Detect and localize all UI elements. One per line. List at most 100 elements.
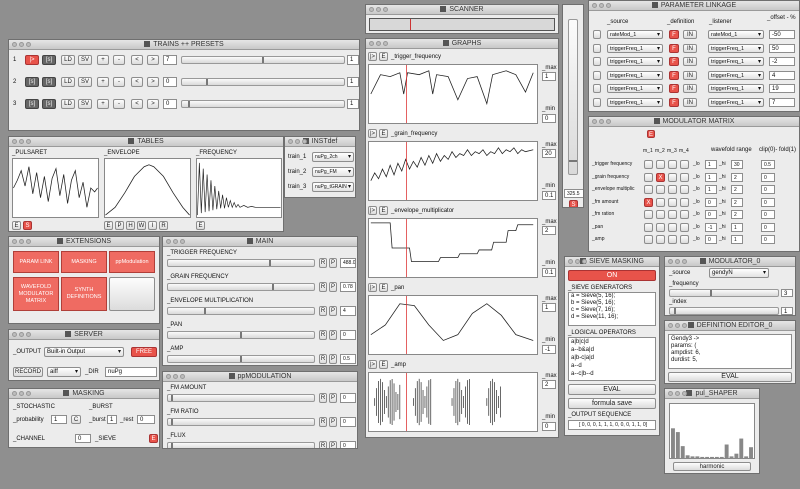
train-next-button[interactable]: > <box>147 99 159 109</box>
link-f-button[interactable]: F <box>669 30 679 39</box>
train-play-button[interactable]: [s] <box>25 77 39 87</box>
train-minus-button[interactable]: - <box>113 55 125 65</box>
train-preset-slider[interactable] <box>181 100 345 108</box>
train-preset-field[interactable]: 0 <box>163 99 177 109</box>
matrix-cell-toggle[interactable] <box>680 222 689 232</box>
graph-min-field[interactable]: -1 <box>542 345 556 354</box>
train-prev-button[interactable]: < <box>131 77 143 87</box>
graph-max-field[interactable]: 1 <box>542 72 556 81</box>
link-toggle[interactable] <box>593 57 601 66</box>
link-listener-select[interactable]: triggerFreq_1 <box>708 43 764 53</box>
matrix-e-button[interactable]: E <box>647 130 655 138</box>
inst-synth-select[interactable]: nuPg_2ch <box>312 152 354 162</box>
ppmod-param-r-button[interactable]: R <box>319 441 327 448</box>
train-load-button[interactable]: LD <box>61 55 75 65</box>
range-hi-field[interactable]: 2 <box>731 172 743 182</box>
graph-play-button[interactable]: |> <box>368 129 377 138</box>
matrix-cell-toggle[interactable] <box>668 197 677 207</box>
matrix-cell-toggle[interactable] <box>668 222 677 232</box>
scanner-vertical-slider[interactable] <box>568 19 578 175</box>
graph-min-field[interactable]: 0.1 <box>542 268 556 277</box>
main-param-p-button[interactable]: P <box>329 330 337 340</box>
matrix-cell-toggle[interactable] <box>668 172 677 182</box>
envelope-button-w[interactable]: W <box>137 221 146 230</box>
ppmod-param-r-button[interactable]: R <box>319 417 327 427</box>
matrix-cell-toggle[interactable] <box>668 185 677 194</box>
graph-edit-button[interactable]: E <box>379 129 388 138</box>
mod-index-value[interactable]: 1 <box>781 307 793 315</box>
range-hi-field[interactable]: 1 <box>731 222 743 232</box>
link-offset-field[interactable]: 50 <box>769 43 795 53</box>
graph-play-button[interactable]: |> <box>368 360 377 369</box>
main-param-slider[interactable] <box>167 355 315 363</box>
matrix-cell-toggle[interactable] <box>644 185 653 194</box>
matrix-cell-toggle[interactable] <box>680 185 689 194</box>
paramlink-titlebar[interactable]: PARAMETER LINKAGE <box>589 1 799 11</box>
scanner-titlebar[interactable]: SCANNER <box>366 5 558 15</box>
link-offset-field[interactable]: -2 <box>769 57 795 66</box>
free-button[interactable]: FREE <box>131 347 157 357</box>
modulator-titlebar[interactable]: MODULATOR_0 <box>665 257 795 267</box>
harmonic-bar[interactable] <box>671 428 675 458</box>
output-select[interactable]: Built-in Output <box>44 347 124 357</box>
graph-edit-button[interactable]: E <box>379 206 388 215</box>
defeditor-titlebar[interactable]: DEFINITION EDITOR_0 <box>665 321 795 331</box>
graph-min-field[interactable]: 0 <box>542 422 556 431</box>
train-value-field[interactable]: 1 <box>347 77 359 87</box>
main-param-slider[interactable] <box>167 331 315 339</box>
matrix-cell-toggle[interactable] <box>668 210 677 219</box>
probability-field[interactable]: 1 <box>51 415 67 424</box>
main-param-slider[interactable] <box>167 307 315 315</box>
matrix-cell-toggle[interactable] <box>644 210 653 219</box>
link-in-button[interactable]: IN <box>683 30 697 39</box>
matrix-cell-toggle[interactable] <box>680 210 689 219</box>
modmatrix-titlebar[interactable]: MODULATOR MATRIX <box>589 117 799 127</box>
link-source-select[interactable]: triggerFreq_1 <box>607 43 663 53</box>
ppmod-param-slider[interactable] <box>167 418 315 426</box>
harmonic-bar[interactable] <box>680 446 685 458</box>
main-param-r-button[interactable]: R <box>319 354 327 364</box>
link-listener-select[interactable]: rateMod_1 <box>708 30 764 39</box>
train-load-button[interactable]: LD <box>61 99 75 109</box>
envelope-button-i[interactable]: I <box>148 221 157 230</box>
train-value-field[interactable]: 1 <box>347 55 359 65</box>
harmonic-bar[interactable] <box>729 456 734 458</box>
frequency-e-button[interactable]: E <box>196 221 205 230</box>
train-preset-field[interactable]: 0 <box>163 77 177 87</box>
graph-play-button[interactable]: |> <box>368 206 377 215</box>
pulsaret-s-button[interactable]: S <box>23 221 32 230</box>
ppmod-param-slider[interactable] <box>167 442 315 448</box>
main-param-value[interactable]: 0 <box>340 330 356 340</box>
main-param-r-button[interactable]: R <box>319 282 327 292</box>
main-titlebar[interactable]: MAIN <box>163 237 357 247</box>
graph-plot[interactable] <box>368 218 538 278</box>
range-lo-field[interactable]: 0 <box>705 235 717 244</box>
trains-titlebar[interactable]: TRAINS ++ PRESETS <box>9 40 359 50</box>
graph-max-field[interactable]: 20 <box>542 149 556 158</box>
train-prev-button[interactable]: < <box>131 99 143 109</box>
matrix-cell-toggle[interactable] <box>680 172 689 182</box>
link-source-select[interactable]: triggerFreq_1 <box>607 57 663 66</box>
range-lo-field[interactable]: 1 <box>705 160 717 169</box>
link-offset-field[interactable]: 19 <box>769 84 795 93</box>
matrix-cell-toggle[interactable] <box>656 185 665 194</box>
matrix-cell-toggle[interactable] <box>668 235 677 244</box>
clip-fold-field[interactable]: 0 <box>761 210 775 219</box>
matrix-cell-toggle[interactable] <box>656 210 665 219</box>
link-source-select[interactable]: triggerFreq_1 <box>607 70 663 80</box>
burst-field[interactable]: 1 <box>107 415 117 424</box>
train-plus-button[interactable]: + <box>97 55 109 65</box>
main-param-p-button[interactable]: P <box>329 258 337 268</box>
main-param-r-button[interactable]: R <box>319 306 327 316</box>
harmonic-bar[interactable] <box>695 456 700 458</box>
definition-editor-text[interactable]: Gendy3 -> params: (ampdist: 6, durdist: 5, <box>668 334 792 369</box>
logical-operators-editor[interactable]: a|b|c|d a--b&a|d a|b-c|a|d a--d a--c|b--d <box>568 337 656 381</box>
format-select[interactable]: aiff <box>47 367 81 377</box>
mod-source-select[interactable]: gendyN <box>709 268 769 278</box>
graph-plot[interactable] <box>368 64 538 124</box>
harmonic-bar[interactable] <box>719 456 724 458</box>
train-stop-button[interactable]: [s] <box>42 55 56 65</box>
harmonic-button[interactable]: harmonic <box>673 462 751 471</box>
clip-fold-field[interactable]: 0.5 <box>761 160 775 169</box>
wavefold-matrix-button[interactable]: WAVEFOLD MODULATOR MATRIX <box>13 277 59 311</box>
